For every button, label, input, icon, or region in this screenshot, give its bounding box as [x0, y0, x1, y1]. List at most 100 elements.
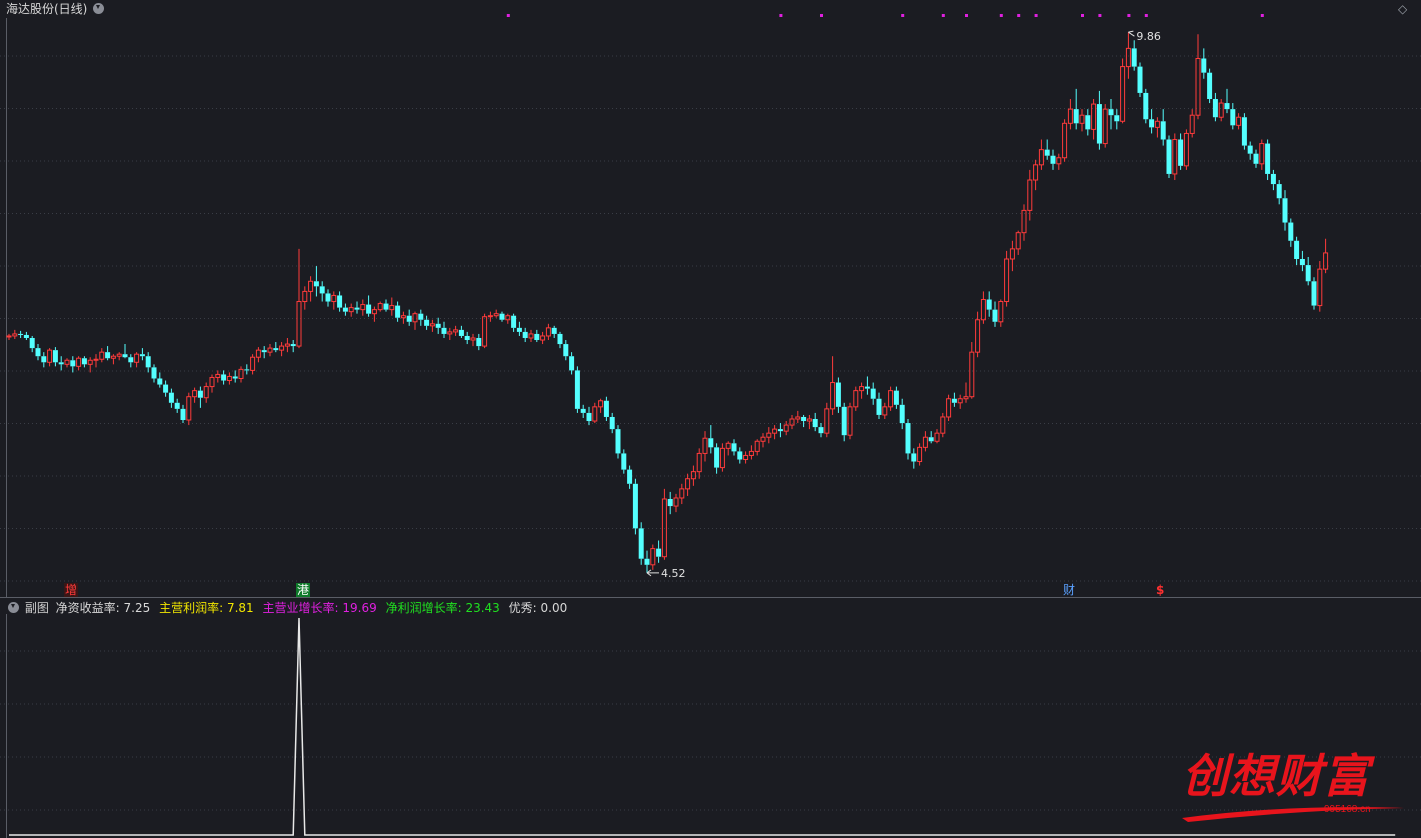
- candle-body: [145, 356, 151, 368]
- candle: [12, 329, 18, 339]
- candle-body: [1288, 222, 1294, 241]
- candle-body: [29, 337, 35, 349]
- candle: [1033, 159, 1039, 191]
- candle: [1015, 230, 1021, 255]
- candle-body: [975, 319, 981, 353]
- signal-dot: [901, 14, 905, 17]
- event-marker-cai[interactable]: 财: [1062, 583, 1076, 597]
- candle-body: [789, 418, 795, 426]
- candle: [1120, 58, 1126, 124]
- candle-body: [586, 412, 592, 422]
- candle-body: [1027, 179, 1033, 211]
- candle: [110, 354, 116, 365]
- candle-body: [847, 406, 853, 436]
- candle-body: [424, 319, 430, 326]
- candle: [1311, 277, 1317, 310]
- candle-body: [110, 355, 116, 359]
- candle-body: [458, 329, 464, 336]
- candle-body: [1247, 145, 1253, 154]
- candle: [244, 364, 250, 375]
- candle-body: [1067, 108, 1073, 124]
- candle: [342, 303, 348, 316]
- candle: [673, 493, 679, 513]
- candle: [511, 313, 517, 332]
- candle: [957, 394, 963, 409]
- candle: [1259, 139, 1265, 170]
- candle: [52, 347, 58, 367]
- candle: [882, 402, 888, 419]
- indicator-revenue-growth: 主营业增长率: 19.69: [262, 601, 377, 615]
- candle: [1154, 117, 1160, 138]
- candle: [395, 301, 401, 322]
- candle-body: [511, 315, 517, 328]
- candle: [1044, 139, 1050, 160]
- candle-body: [377, 303, 383, 311]
- candle-body: [157, 378, 163, 385]
- candle: [1282, 190, 1288, 231]
- candle: [922, 431, 928, 452]
- candle: [963, 382, 969, 403]
- candle-body: [1236, 116, 1242, 126]
- candle-body: [313, 281, 319, 287]
- candle: [899, 398, 905, 430]
- candle-body: [1038, 149, 1044, 166]
- candle-body: [412, 313, 418, 323]
- candle: [986, 291, 992, 317]
- candle-body: [841, 406, 847, 436]
- candle: [122, 344, 128, 359]
- diamond-icon[interactable]: ◇: [1398, 2, 1407, 16]
- candle: [696, 448, 702, 479]
- candle-body: [754, 440, 760, 452]
- signal-dot: [999, 14, 1003, 17]
- candle: [238, 366, 244, 383]
- candle: [1218, 99, 1224, 122]
- candle: [545, 323, 551, 341]
- candle-body: [1265, 143, 1271, 174]
- candle: [400, 311, 406, 324]
- candle-body: [81, 358, 87, 365]
- candle-body: [1085, 115, 1091, 130]
- candle-body: [922, 436, 928, 448]
- candle-body: [540, 335, 546, 341]
- candle-body: [1143, 92, 1149, 120]
- candle: [279, 342, 285, 357]
- candle-body: [1166, 139, 1172, 174]
- candle-body: [673, 497, 679, 507]
- candle: [1270, 169, 1276, 191]
- candle: [685, 473, 691, 496]
- chart-title: 海达股份(日线): [6, 0, 105, 17]
- candle-body: [986, 299, 992, 310]
- candle: [1236, 113, 1242, 130]
- candle: [1096, 90, 1102, 150]
- candle: [1288, 218, 1294, 247]
- candle: [1067, 99, 1073, 130]
- candle-body: [395, 305, 401, 318]
- candle-body: [23, 334, 29, 338]
- candle-body: [105, 352, 111, 359]
- candle-body: [621, 453, 627, 470]
- candle-body: [400, 315, 406, 319]
- candle: [905, 418, 911, 460]
- candle-body: [772, 428, 778, 434]
- candle: [1050, 149, 1056, 170]
- event-marker-gang[interactable]: 港: [296, 583, 311, 597]
- sub-dropdown-icon[interactable]: [8, 602, 19, 613]
- candle: [435, 317, 441, 334]
- dropdown-icon[interactable]: [93, 3, 105, 14]
- candle-body: [186, 396, 192, 421]
- candle-body: [627, 469, 633, 484]
- candle-body: [528, 333, 534, 339]
- candle: [853, 386, 859, 411]
- candle-body: [1276, 184, 1282, 199]
- event-marker-zeng[interactable]: 增: [64, 583, 79, 597]
- event-marker-dollar[interactable]: $: [1155, 583, 1165, 597]
- candle: [360, 299, 366, 316]
- candle: [563, 340, 569, 361]
- candle: [1131, 40, 1137, 71]
- candle: [1183, 129, 1189, 170]
- candle-body: [864, 386, 870, 389]
- signal-dot: [941, 14, 945, 17]
- candle: [1247, 141, 1253, 160]
- candle-body: [41, 356, 47, 363]
- candle-body: [992, 309, 998, 322]
